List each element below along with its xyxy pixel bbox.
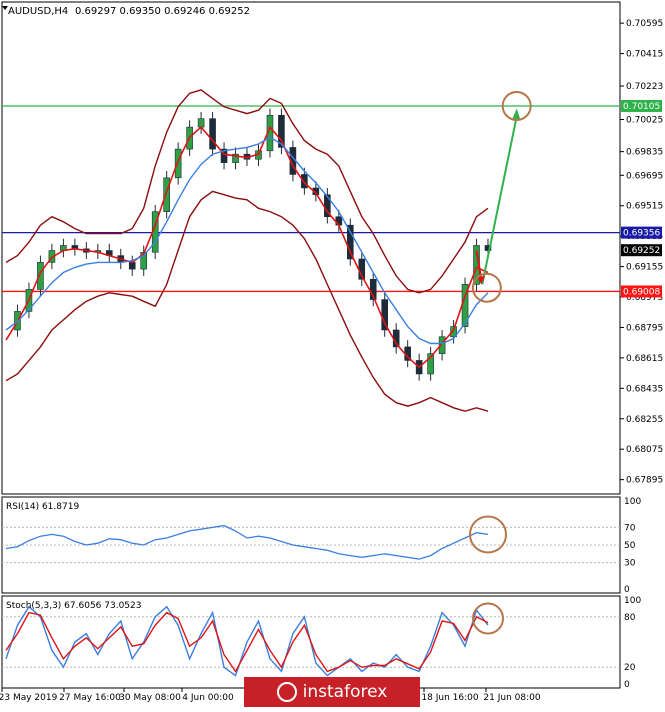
price-tick-label: 0.67895 [626,476,663,486]
x-tick-label: 18 Jun 16:00 [421,693,478,703]
candle-body [128,262,136,270]
stoch-tick-label: 80 [624,613,636,623]
price-tick-label: 0.68435 [626,384,663,394]
price-tick-label: 0.69515 [626,202,663,212]
level-tag-label-3: 0.69008 [623,287,660,297]
x-tick-label: 21 Jun 08:00 [483,693,540,703]
x-tick-label: 4 Jun 00:00 [182,693,234,703]
rsi-tick-label: 100 [624,497,641,507]
x-tick-label: 27 May 16:00 [59,693,121,703]
candle-body [197,118,205,128]
price-tick-label: 0.69835 [626,148,663,158]
price-tick-label: 0.68795 [626,323,663,333]
watermark-logo-icon [276,682,297,702]
chart-window: 100 70 50 30 0 100 80 20 0 0.70595 0.70415 0.7022… [0,0,665,708]
price-tick-label: 0.69695 [626,171,663,181]
stoch-label: Stoch(5,3,3) 67.6056 73.0523 [6,601,141,611]
price-tick-label: 0.69155 [626,263,663,273]
price-tick-label: 0.70223 [626,82,663,92]
stoch-tick-label: 0 [624,680,630,690]
price-tick-label: 0.70595 [626,19,663,29]
candle-body [163,177,170,212]
rsi-tick-label: 70 [624,523,636,533]
stoch-tick-label: 100 [624,596,641,606]
candle-body [174,148,182,179]
price-tick-label: 0.70415 [626,50,663,60]
candle-body [209,118,216,150]
rsi-tick-label: 30 [624,559,636,569]
x-tick-label: 30 May 08:00 [119,693,181,703]
price-tick-label: 0.68255 [626,415,663,425]
x-tick-label: 23 May 2019 [0,693,58,703]
price-tick-label: 0.68615 [626,354,663,364]
level-tag-label-1: 0.69356 [623,229,660,239]
level-tag-label-2: 0.69252 [623,246,660,256]
ohlc-readout: 0.69297 0.69350 0.69246 0.69252 [75,6,250,17]
stoch-tick-label: 20 [624,663,636,673]
level-tag-label-0: 0.70105 [623,102,660,112]
chart-canvas: 100 70 50 30 0 100 80 20 0 0.70595 0.70415 0.7022… [0,1,663,703]
watermark-text: instaforex [302,682,388,702]
price-panel-frame [1,1,621,495]
candle-body [301,174,308,189]
price-tick-label: 0.68075 [626,445,663,455]
rsi-label: RSI(14) 61.8719 [6,502,79,512]
rsi-tick-label: 0 [624,585,630,595]
watermark-banner: instaforex [244,677,420,707]
instrument-symbol: AUDUSD,H4 [8,6,68,17]
rsi-tick-label: 50 [624,541,636,551]
price-tick-label: 0.70025 [626,116,663,126]
